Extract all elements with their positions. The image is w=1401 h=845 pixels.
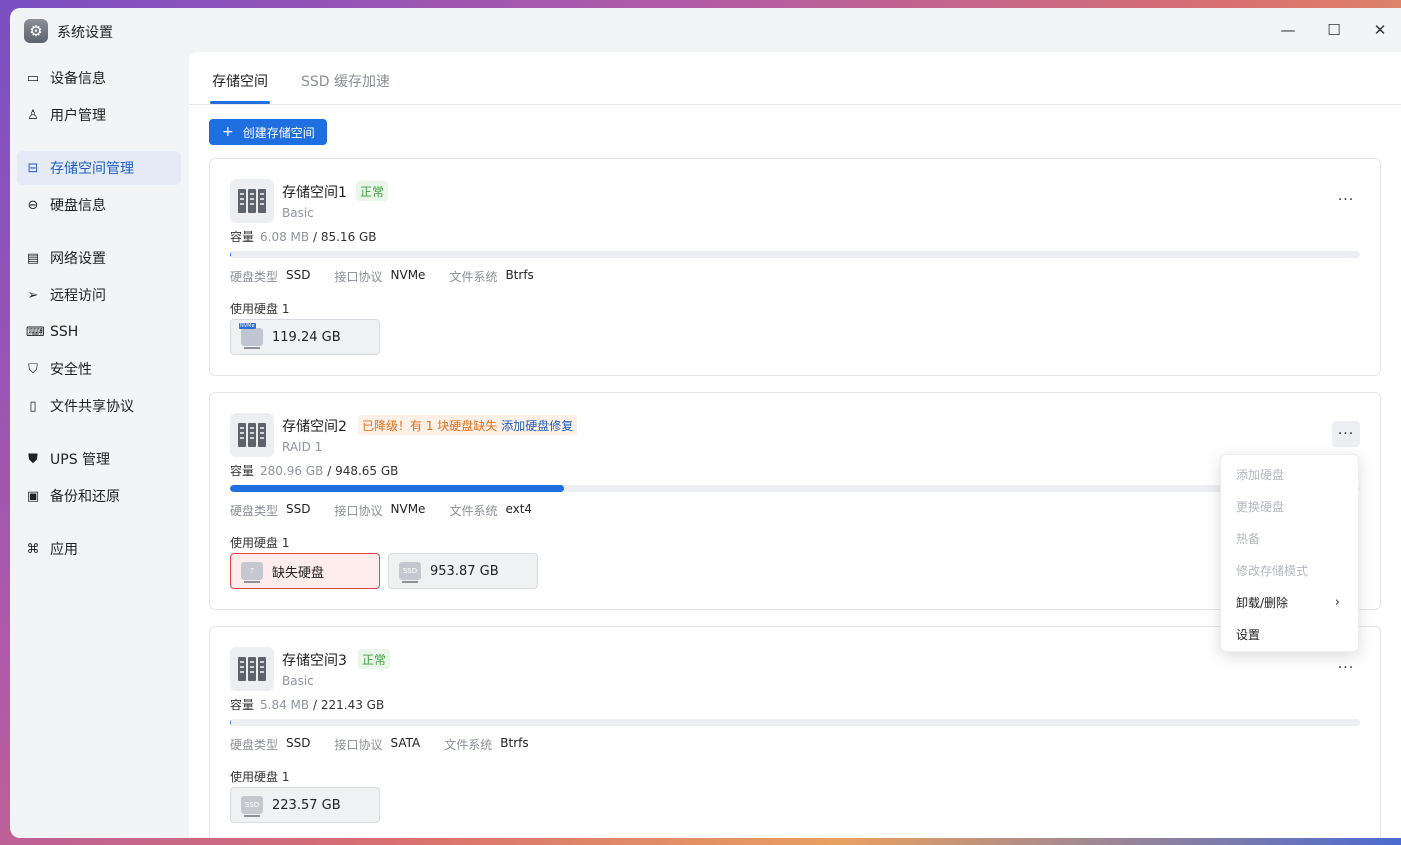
missing-disk-icon: ? xyxy=(241,562,263,583)
menu-settings[interactable]: 设置 xyxy=(1221,618,1358,650)
capacity-progress-bar xyxy=(230,719,1360,726)
capacity-progress-bar xyxy=(230,485,1360,492)
more-options-button[interactable]: ··· xyxy=(1332,655,1360,681)
close-button[interactable]: ✕ xyxy=(1370,20,1390,40)
sidebar-item-ssh[interactable]: ⌨ SSH xyxy=(17,315,181,349)
sidebar-item-label: 用户管理 xyxy=(50,108,106,124)
sidebar-item-label: 应用 xyxy=(50,542,78,558)
backup-icon: ▣ xyxy=(26,488,40,504)
tab-storage-space[interactable]: 存储空间 xyxy=(212,71,268,91)
storage-pool-icon xyxy=(230,647,274,691)
sidebar-item-security[interactable]: ⛉ 安全性 xyxy=(17,352,181,386)
title-bar: ⚙ 系统设置 — ☐ ✕ xyxy=(10,8,1401,52)
status-badge: 正常 xyxy=(358,649,391,669)
pool-mode: Basic xyxy=(282,674,314,688)
storage-pool-card: 存储空间2 已降级！有 1 块硬盘缺失 添加硬盘修复 RAID 1 容量 280.9… xyxy=(209,392,1381,610)
storage-pool-card: 存储空间3 正常 Basic 容量 5.84 MB / 221.43 GB 硬盘类… xyxy=(209,626,1381,838)
maximize-button[interactable]: ☐ xyxy=(1324,20,1344,40)
create-storage-label: 创建存储空间 xyxy=(242,125,315,140)
missing-disk-chip[interactable]: ? 缺失硬盘 xyxy=(230,553,380,589)
sidebar-item-network[interactable]: ▤ 网络设置 xyxy=(17,241,181,275)
sidebar-item-label: 远程访问 xyxy=(50,288,106,304)
chevron-right-icon: › xyxy=(1334,594,1340,610)
network-icon: ▤ xyxy=(26,250,40,266)
capacity: 容量 280.96 GB / 948.65 GB xyxy=(230,464,399,478)
add-disk-repair-link[interactable]: 添加硬盘修复 xyxy=(501,417,573,434)
disk-chip[interactable]: SSD 223.57 GB xyxy=(230,787,380,823)
settings-gear-icon: ⚙ xyxy=(24,19,48,43)
sidebar-item-label: 文件共享协议 xyxy=(50,399,134,415)
file-icon: ▯ xyxy=(29,398,37,414)
sidebar-item-remote-access[interactable]: ➢ 远程访问 xyxy=(17,278,181,312)
disk-chip[interactable]: SSD 953.87 GB xyxy=(388,553,538,589)
sidebar-item-file-sharing[interactable]: ▯ 文件共享协议 xyxy=(17,389,181,423)
more-options-button[interactable]: ··· xyxy=(1332,187,1360,213)
storage-pool-card: 存储空间1 正常 Basic 容量 6.08 MB / 85.16 GB 硬盘类型… xyxy=(209,158,1381,376)
code-icon: ⌨ xyxy=(26,324,45,340)
sidebar-item-label: 存储空间管理 xyxy=(50,161,134,177)
menu-unmount-delete[interactable]: 卸载/删除 › xyxy=(1221,586,1358,618)
nvme-disk-icon xyxy=(239,323,263,349)
status-badge: 已降级！有 1 块硬盘缺失 添加硬盘修复 xyxy=(358,415,578,435)
sidebar-item-label: 安全性 xyxy=(50,362,92,378)
used-disks-label: 使用硬盘 1 xyxy=(230,536,290,550)
pool-actions-menu: 添加硬盘 更换硬盘 热备 修改存储模式 卸载/删除 › 设置 xyxy=(1220,454,1359,652)
more-options-button[interactable]: ··· xyxy=(1332,421,1360,447)
sidebar-item-ups[interactable]: ⛊ UPS 管理 xyxy=(17,442,181,476)
send-icon: ➢ xyxy=(27,287,39,303)
minimize-button[interactable]: — xyxy=(1278,20,1298,40)
sidebar-item-disk-info[interactable]: ⊖ 硬盘信息 xyxy=(17,188,181,222)
storage-icon: ⊟ xyxy=(27,160,39,176)
window-title: 系统设置 xyxy=(57,25,113,41)
active-tab-indicator xyxy=(210,101,270,104)
capacity: 容量 6.08 MB / 85.16 GB xyxy=(230,230,377,244)
shield-check-icon: ⛉ xyxy=(28,361,38,377)
sidebar-item-apps[interactable]: ⌘ 应用 xyxy=(17,532,181,566)
sidebar-item-label: 设备信息 xyxy=(50,71,106,87)
capacity: 容量 5.84 MB / 221.43 GB xyxy=(230,698,385,712)
settings-window: ⚙ 系统设置 — ☐ ✕ ▭ 设备信息 ♙ 用户管理 ⊟ 存储空间管理 ⊖ 硬盘… xyxy=(10,8,1401,838)
tab-ssd-cache[interactable]: SSD 缓存加速 xyxy=(301,71,390,91)
storage-pool-icon xyxy=(230,179,274,223)
sidebar-item-user-management[interactable]: ♙ 用户管理 xyxy=(17,98,181,132)
sidebar-item-label: 硬盘信息 xyxy=(50,198,106,214)
menu-replace-disk[interactable]: 更换硬盘 xyxy=(1221,490,1358,522)
pool-properties: 硬盘类型 SSD 接口协议 SATA 文件系统 Btrfs xyxy=(230,736,529,752)
sidebar: ▭ 设备信息 ♙ 用户管理 ⊟ 存储空间管理 ⊖ 硬盘信息 ▤ 网络设置 ➢ 远… xyxy=(10,52,188,838)
disk-icon: ⊖ xyxy=(27,197,39,213)
plus-icon: + xyxy=(222,124,234,140)
used-disks-label: 使用硬盘 1 xyxy=(230,302,290,316)
sidebar-item-storage-management[interactable]: ⊟ 存储空间管理 xyxy=(17,151,181,185)
shield-icon: ⛊ xyxy=(28,451,38,467)
ssd-disk-icon: SSD xyxy=(241,796,263,817)
sidebar-item-backup[interactable]: ▣ 备份和还原 xyxy=(17,479,181,513)
menu-add-disk[interactable]: 添加硬盘 xyxy=(1221,458,1358,490)
menu-hot-spare[interactable]: 热备 xyxy=(1221,522,1358,554)
sidebar-item-label: 备份和还原 xyxy=(50,489,120,505)
used-disks-label: 使用硬盘 1 xyxy=(230,770,290,784)
pool-properties: 硬盘类型 SSD 接口协议 NVMe 文件系统 ext4 xyxy=(230,502,533,518)
sidebar-item-label: SSH xyxy=(50,324,79,340)
pool-mode: RAID 1 xyxy=(282,440,323,454)
menu-change-mode[interactable]: 修改存储模式 xyxy=(1221,554,1358,586)
main-panel: 存储空间 SSD 缓存加速 + 创建存储空间 存储空间1 正常 Basic 容量… xyxy=(189,52,1401,838)
monitor-icon: ▭ xyxy=(26,70,40,86)
sidebar-item-label: 网络设置 xyxy=(50,251,106,267)
user-icon: ♙ xyxy=(27,107,39,123)
command-icon: ⌘ xyxy=(26,541,40,557)
capacity-progress-bar xyxy=(230,251,1360,258)
pool-mode: Basic xyxy=(282,206,314,220)
storage-pool-icon xyxy=(230,413,274,457)
sidebar-item-label: UPS 管理 xyxy=(50,452,111,468)
pool-name: 存储空间3 xyxy=(282,653,347,669)
pool-name: 存储空间1 xyxy=(282,185,347,201)
sidebar-item-device-info[interactable]: ▭ 设备信息 xyxy=(17,61,181,95)
status-badge: 正常 xyxy=(356,181,389,201)
tab-bar: 存储空间 SSD 缓存加速 xyxy=(189,52,1401,105)
ssd-disk-icon: SSD xyxy=(399,562,421,583)
pool-name: 存储空间2 xyxy=(282,419,347,435)
pool-properties: 硬盘类型 SSD 接口协议 NVMe 文件系统 Btrfs xyxy=(230,268,534,284)
disk-chip[interactable]: 119.24 GB xyxy=(230,319,380,355)
create-storage-button[interactable]: + 创建存储空间 xyxy=(209,119,327,145)
